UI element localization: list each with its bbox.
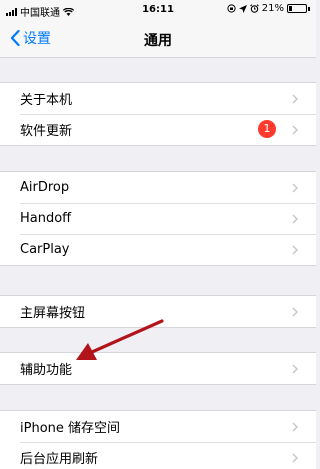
chevron-right-icon bbox=[292, 307, 298, 317]
chevron-right-icon bbox=[292, 94, 298, 104]
row-label: 后台应用刷新 bbox=[20, 452, 99, 467]
status-right: 21% bbox=[227, 3, 310, 14]
settings-general-screen: 中国联通 16:11 21% 设置 通用 关于本机 软件更新 1 AirDrop… bbox=[0, 0, 316, 469]
row-carplay[interactable]: CarPlay bbox=[0, 234, 316, 265]
row-label: 辅助功能 bbox=[20, 363, 73, 378]
chevron-right-icon bbox=[292, 183, 298, 193]
row-label: 主屏幕按钮 bbox=[20, 306, 86, 321]
row-accessibility[interactable]: 辅助功能 bbox=[0, 353, 316, 384]
battery-percent: 21% bbox=[261, 3, 284, 14]
row-label: 关于本机 bbox=[20, 93, 73, 108]
row-airdrop[interactable]: AirDrop bbox=[0, 172, 316, 203]
row-label: CarPlay bbox=[20, 242, 70, 257]
row-handoff[interactable]: Handoff bbox=[0, 203, 316, 234]
row-label: iPhone 储存空间 bbox=[20, 421, 121, 436]
settings-group-continuity: AirDrop Handoff CarPlay bbox=[0, 171, 316, 266]
row-label: Handoff bbox=[20, 211, 72, 226]
chevron-right-icon bbox=[292, 422, 298, 432]
battery-icon bbox=[287, 4, 307, 13]
row-label: AirDrop bbox=[20, 180, 70, 195]
chevron-right-icon bbox=[292, 125, 298, 135]
row-about[interactable]: 关于本机 bbox=[0, 83, 316, 114]
status-bar: 中国联通 16:11 21% bbox=[0, 0, 316, 20]
chevron-right-icon bbox=[292, 245, 298, 255]
chevron-right-icon bbox=[292, 364, 298, 374]
settings-group-storage: iPhone 储存空间 后台应用刷新 bbox=[0, 410, 316, 469]
navigation-bar: 设置 通用 bbox=[0, 20, 316, 58]
row-label: 软件更新 bbox=[20, 124, 73, 139]
location-icon bbox=[238, 4, 247, 13]
row-software-update[interactable]: 软件更新 1 bbox=[0, 114, 316, 145]
orientation-lock-icon bbox=[227, 4, 236, 13]
chevron-right-icon bbox=[292, 214, 298, 224]
settings-group-home-button: 主屏幕按钮 bbox=[0, 295, 316, 328]
row-iphone-storage[interactable]: iPhone 储存空间 bbox=[0, 411, 316, 442]
alarm-icon bbox=[249, 4, 259, 13]
page-title: 通用 bbox=[144, 33, 172, 49]
settings-group-accessibility: 辅助功能 bbox=[0, 352, 316, 385]
settings-group-about: 关于本机 软件更新 1 bbox=[0, 82, 316, 146]
battery-cap bbox=[308, 6, 310, 11]
row-background-refresh[interactable]: 后台应用刷新 bbox=[0, 442, 316, 469]
battery-fill bbox=[289, 6, 292, 11]
row-home-button[interactable]: 主屏幕按钮 bbox=[0, 296, 316, 327]
update-badge: 1 bbox=[258, 120, 276, 138]
chevron-right-icon bbox=[292, 453, 298, 463]
